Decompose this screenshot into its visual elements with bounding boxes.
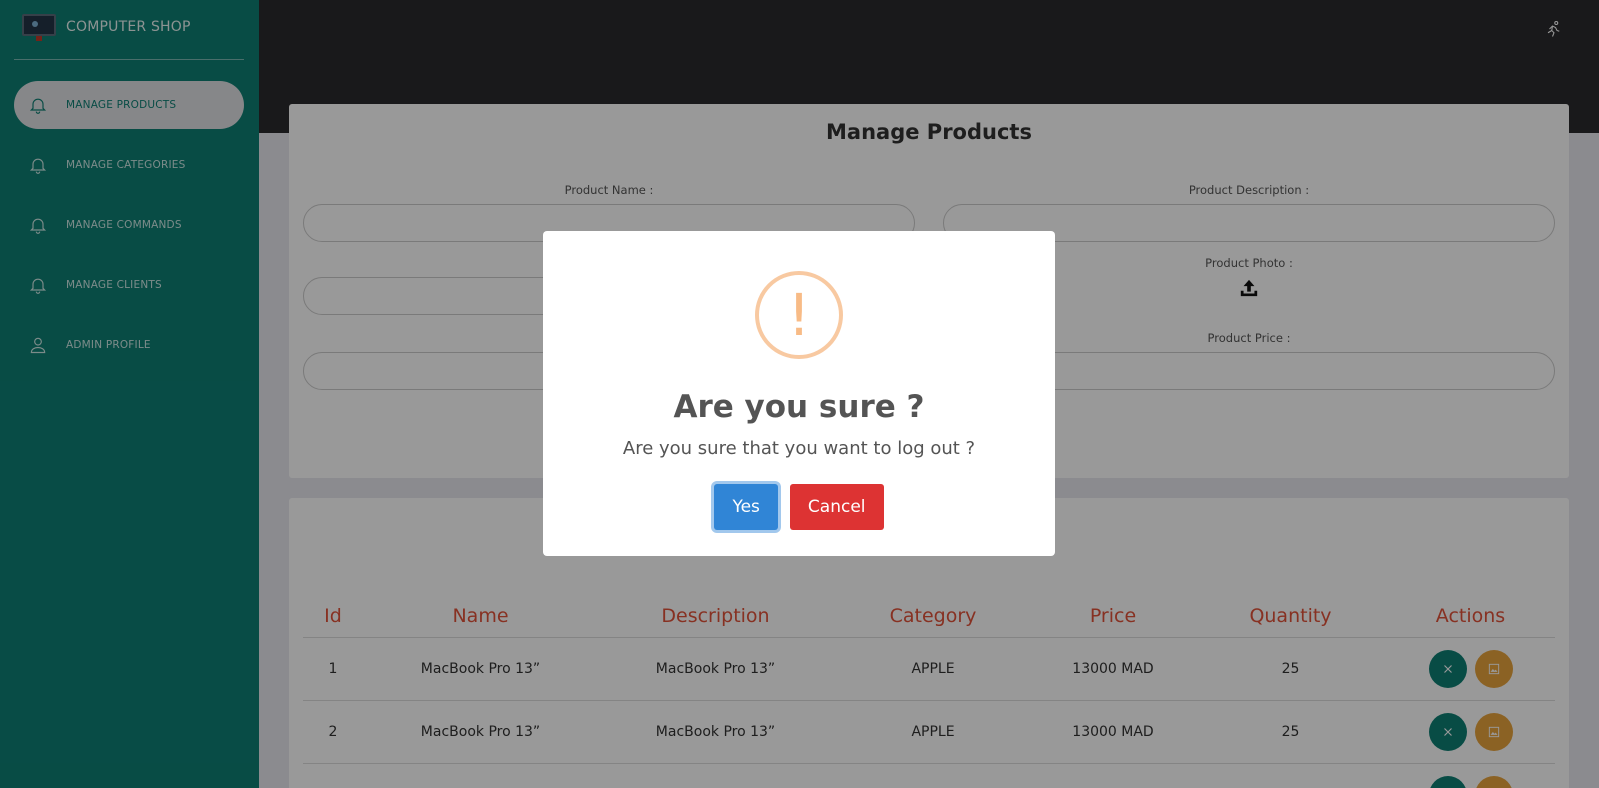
dialog-title: Are you sure ?	[673, 389, 925, 425]
warning-icon: !	[755, 271, 843, 359]
dialog-message: Are you sure that you want to log out ?	[622, 438, 976, 459]
cancel-button[interactable]: Cancel	[789, 484, 884, 530]
yes-button[interactable]: Yes	[714, 484, 778, 530]
confirm-logout-dialog: ! Are you sure ? Are you sure that you w…	[543, 231, 1055, 556]
dialog-actions: Yes Cancel	[543, 484, 1055, 530]
